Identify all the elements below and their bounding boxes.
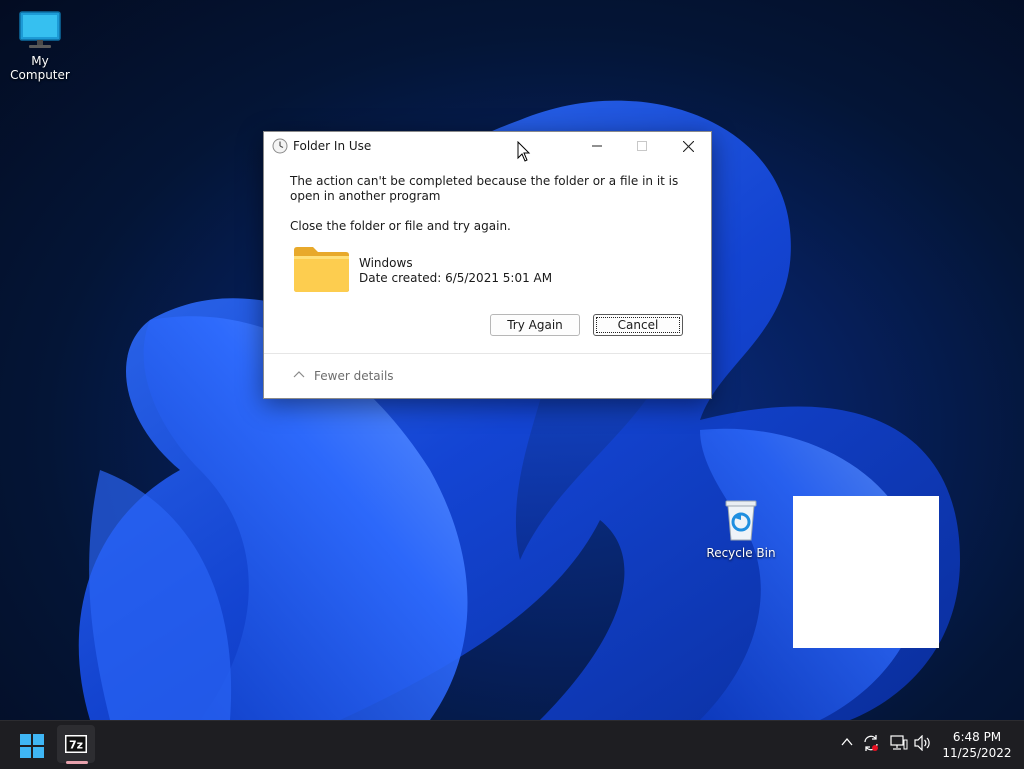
volume-icon[interactable] [914,735,932,751]
desktop: My Computer Recycle Bin Folder In Use Th… [0,0,1024,720]
maximize-button[interactable] [619,132,665,160]
item-name: Windows [359,256,413,270]
try-again-button[interactable]: Try Again [490,314,580,336]
dialog-title: Folder In Use [293,139,372,153]
chevron-up-icon[interactable] [293,370,305,378]
item-date-created: Date created: 6/5/2021 5:01 AM [359,271,553,285]
folder-in-use-dialog: Folder In Use The action can't be comple… [263,131,712,399]
dialog-footer: Fewer details [264,354,711,398]
dialog-message: The action can't be completed because th… [290,174,679,203]
close-icon [682,140,694,152]
chevron-up-icon[interactable] [840,735,854,749]
desktop-icon-my-computer[interactable]: My Computer [0,10,80,82]
taskbar-clock[interactable]: 6:48 PM 11/25/2022 [938,729,1016,761]
clock-icon [272,138,288,154]
7zip-icon-label: 7z [69,739,83,752]
taskbar-active-indicator [66,761,88,764]
clock-date: 11/25/2022 [942,746,1012,760]
fewer-details-link[interactable]: Fewer details [314,369,394,383]
taskbar-app-7zip[interactable]: 7z [57,725,95,763]
sync-icon[interactable] [862,734,880,752]
maximize-icon [637,141,647,151]
mouse-cursor-icon [517,141,531,162]
close-button[interactable] [665,132,711,160]
folder-icon [294,247,349,292]
dialog-titlebar[interactable]: Folder In Use [264,132,711,160]
desktop-icon-label: Recycle Bin [706,546,776,560]
cancel-button[interactable]: Cancel [593,314,683,336]
computer-icon [19,11,61,48]
dialog-instruction: Close the folder or file and try again. [290,219,511,233]
recycle-bin-icon [725,500,757,541]
start-button[interactable] [20,734,44,758]
7zip-icon: 7z [65,735,87,753]
minimize-icon [592,145,602,147]
desktop-icon-label: My Computer [10,54,70,82]
blank-white-window [793,496,939,648]
desktop-icon-recycle-bin[interactable]: Recycle Bin [701,498,781,560]
network-icon[interactable] [890,735,908,751]
clock-time: 6:48 PM [952,730,1002,744]
taskbar: 7z 6:48 PM 11/25/2022 [0,720,1024,769]
minimize-button[interactable] [574,132,620,160]
